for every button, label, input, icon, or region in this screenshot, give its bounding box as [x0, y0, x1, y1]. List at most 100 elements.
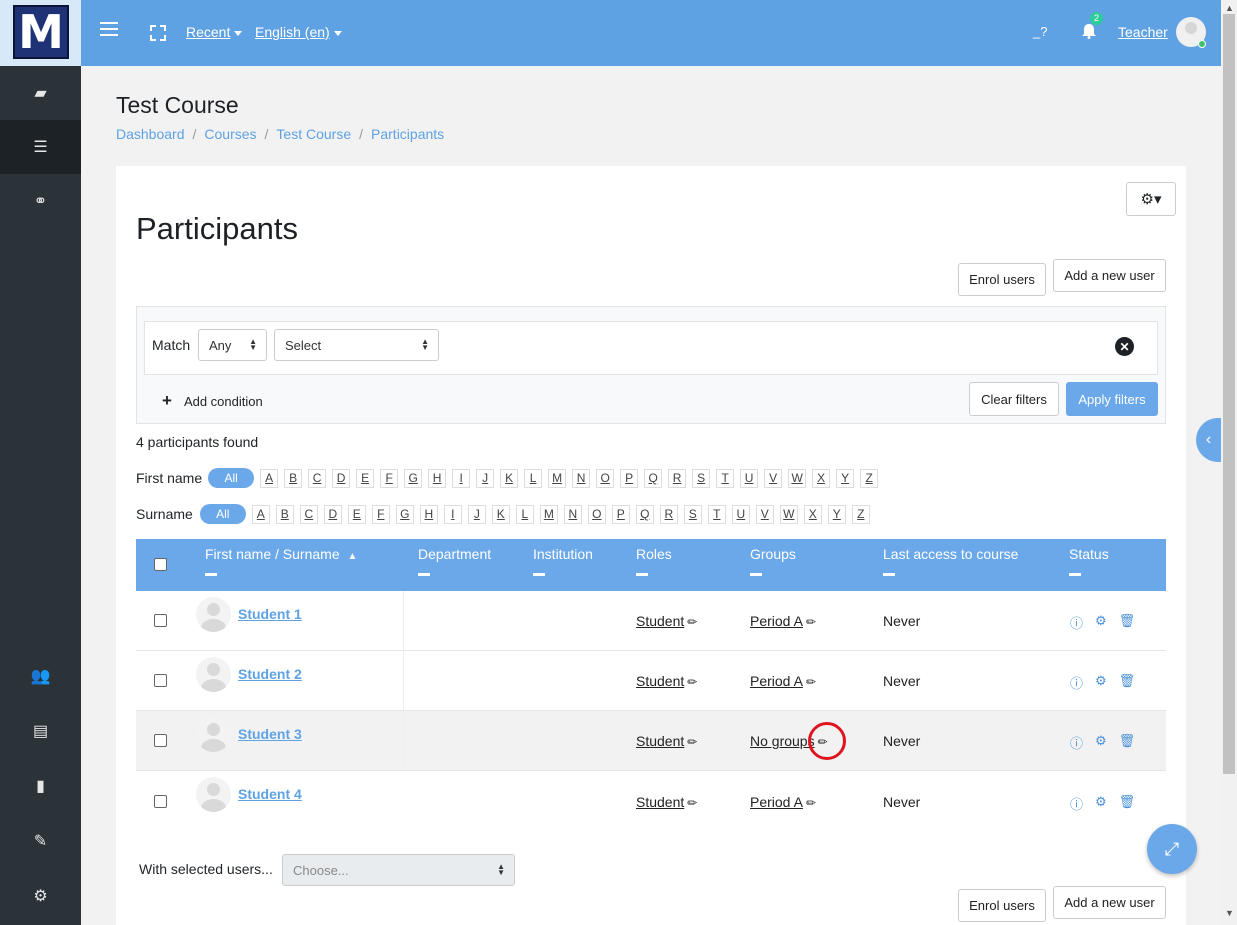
breadcrumb-courses[interactable]: Courses	[204, 126, 256, 142]
sidebar-item-brush[interactable]: ✎	[0, 814, 81, 868]
surname-letter-x[interactable]: X	[803, 504, 822, 524]
surname-letter-m[interactable]: M	[539, 504, 558, 524]
row-checkbox[interactable]	[154, 674, 167, 687]
clear-filters-button[interactable]: Clear filters	[969, 382, 1059, 416]
collapse-groups[interactable]	[750, 573, 762, 576]
first-name-letter-y[interactable]: Y	[836, 468, 855, 488]
first-name-letter-h[interactable]: H	[428, 468, 447, 488]
collapse-department[interactable]	[418, 573, 430, 576]
pencil-icon[interactable]: ✏	[687, 675, 697, 689]
first-name-letter-e[interactable]: E	[356, 468, 375, 488]
first-name-letter-d[interactable]: D	[332, 468, 351, 488]
add-new-user-button-bottom[interactable]: Add a new user	[1053, 886, 1166, 919]
scroll-down-icon[interactable]: ▼	[1225, 908, 1234, 918]
gear-icon[interactable]: ⚙	[1095, 794, 1107, 813]
breadcrumb-test-course[interactable]: Test Course	[276, 126, 351, 142]
surname-letter-p[interactable]: P	[611, 504, 630, 524]
surname-letter-b[interactable]: B	[275, 504, 294, 524]
pencil-icon[interactable]: ✏	[687, 796, 697, 810]
collapse-first-name[interactable]	[205, 573, 217, 576]
enrol-users-button[interactable]: Enrol users	[958, 263, 1046, 296]
sidebar-item-link[interactable]: ⚭	[0, 174, 81, 228]
surname-letter-l[interactable]: L	[515, 504, 534, 524]
sidebar-item-archive[interactable]: ▤	[0, 704, 81, 758]
surname-letter-a[interactable]: A	[251, 504, 270, 524]
info-icon[interactable]: ⓘ	[1070, 794, 1083, 813]
apply-filters-button[interactable]: Apply filters	[1066, 382, 1158, 416]
add-condition-button[interactable]: + Add condition	[162, 391, 263, 411]
sort-surname[interactable]: Surname	[283, 546, 340, 562]
surname-letter-v[interactable]: V	[755, 504, 774, 524]
gear-icon[interactable]: ⚙	[1095, 733, 1107, 752]
surname-letter-e[interactable]: E	[347, 504, 366, 524]
role-cell[interactable]: Student ✏	[636, 613, 697, 629]
first-name-letter-a[interactable]: A	[260, 468, 279, 488]
participant-name-link[interactable]: Student 3	[238, 726, 302, 742]
sidebar-item-settings[interactable]: ⚙	[0, 869, 81, 923]
collapse-status[interactable]	[1069, 573, 1081, 576]
surname-letter-i[interactable]: I	[443, 504, 462, 524]
pencil-icon[interactable]: ✏	[806, 796, 816, 810]
user-menu[interactable]: Teacher	[1118, 24, 1168, 40]
sort-last-access[interactable]: Last access to course	[883, 546, 1018, 562]
match-select[interactable]: Any ▲ ▼	[198, 329, 267, 361]
first-name-letter-q[interactable]: Q	[644, 468, 663, 488]
first-name-letter-g[interactable]: G	[404, 468, 423, 488]
trash-icon[interactable]: 🗑	[1119, 733, 1136, 752]
trash-icon[interactable]: 🗑	[1119, 673, 1136, 692]
enrol-users-button-bottom[interactable]: Enrol users	[958, 889, 1046, 922]
scrollbar-thumb[interactable]	[1223, 14, 1235, 774]
collapse-roles[interactable]	[636, 573, 648, 576]
fullscreen-icon[interactable]	[150, 25, 166, 41]
surname-letter-g[interactable]: G	[395, 504, 414, 524]
surname-letter-h[interactable]: H	[419, 504, 438, 524]
breadcrumb-dashboard[interactable]: Dashboard	[116, 126, 185, 142]
breadcrumb-participants[interactable]: Participants	[371, 126, 444, 142]
first-name-letter-x[interactable]: X	[812, 468, 831, 488]
trash-icon[interactable]: 🗑	[1119, 613, 1136, 632]
expand-icon[interactable]: ⤢	[1147, 824, 1197, 874]
first-name-letter-c[interactable]: C	[308, 468, 327, 488]
actions-gear-button[interactable]: ⚙▾	[1126, 182, 1176, 216]
surname-letter-z[interactable]: Z	[851, 504, 870, 524]
role-cell[interactable]: Student ✏	[636, 673, 697, 689]
first-name-letter-i[interactable]: I	[452, 468, 471, 488]
surname-all[interactable]: All	[199, 504, 246, 524]
first-name-letter-s[interactable]: S	[692, 468, 711, 488]
info-icon[interactable]: ⓘ	[1070, 673, 1083, 692]
surname-letter-w[interactable]: W	[779, 504, 798, 524]
first-name-letter-l[interactable]: L	[524, 468, 543, 488]
open-drawer-chevron-left-icon[interactable]: ‹	[1196, 418, 1221, 462]
sidebar-item-list[interactable]: ☰	[0, 120, 81, 174]
first-name-letter-v[interactable]: V	[764, 468, 783, 488]
first-name-letter-z[interactable]: Z	[860, 468, 879, 488]
row-checkbox[interactable]	[154, 734, 167, 747]
pencil-icon[interactable]: ✏	[687, 615, 697, 629]
first-name-letter-j[interactable]: J	[476, 468, 495, 488]
sort-department[interactable]: Department	[418, 546, 491, 562]
hamburger-menu-icon[interactable]	[100, 22, 118, 36]
surname-letter-c[interactable]: C	[299, 504, 318, 524]
scroll-up-icon[interactable]: ▲	[1225, 3, 1234, 13]
trash-icon[interactable]: 🗑	[1119, 794, 1136, 813]
first-name-letter-u[interactable]: U	[740, 468, 759, 488]
participant-name-link[interactable]: Student 2	[238, 666, 302, 682]
help-icon[interactable]: _?	[1033, 24, 1047, 39]
surname-letter-j[interactable]: J	[467, 504, 486, 524]
first-name-letter-b[interactable]: B	[284, 468, 303, 488]
sidebar-item-book[interactable]: ▰	[0, 66, 81, 120]
surname-letter-u[interactable]: U	[731, 504, 750, 524]
logo-area[interactable]: M	[0, 0, 81, 66]
surname-letter-o[interactable]: O	[587, 504, 606, 524]
gear-icon[interactable]: ⚙	[1095, 613, 1107, 632]
first-name-all[interactable]: All	[208, 468, 255, 488]
first-name-letter-k[interactable]: K	[500, 468, 519, 488]
add-new-user-button[interactable]: Add a new user	[1053, 259, 1166, 292]
group-cell[interactable]: Period A ✏	[750, 613, 816, 629]
first-name-letter-w[interactable]: W	[788, 468, 807, 488]
first-name-letter-t[interactable]: T	[716, 468, 735, 488]
bell-icon[interactable]	[1082, 24, 1096, 39]
surname-letter-q[interactable]: Q	[635, 504, 654, 524]
language-menu[interactable]: English (en)	[255, 24, 342, 40]
participant-name-link[interactable]: Student 1	[238, 606, 302, 622]
